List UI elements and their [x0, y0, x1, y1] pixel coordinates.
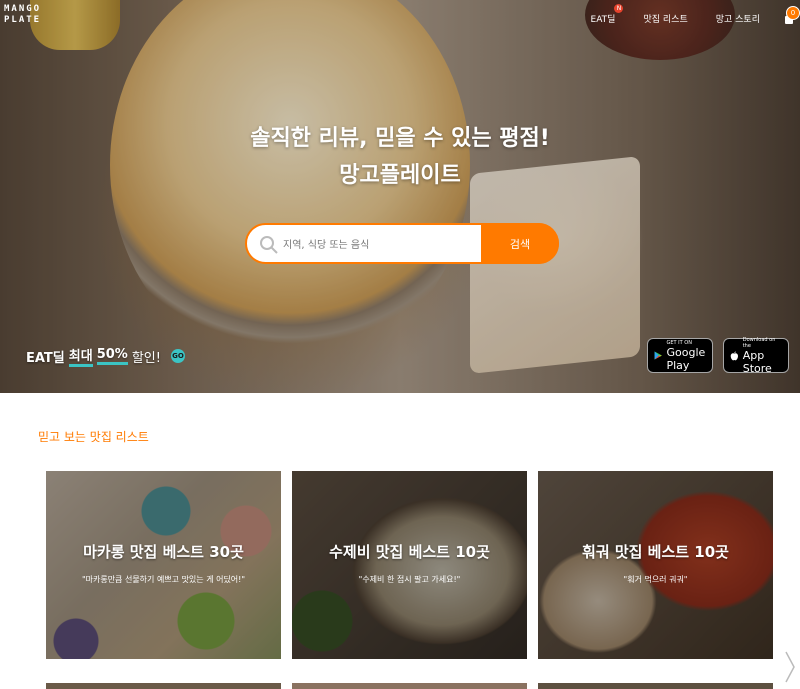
card-subtitle: "훠거 먹으러 궈궈" [623, 575, 688, 584]
list-card-macaron[interactable]: 마카롱 맛집 베스트 30곳 "마카롱만큼 선물하기 예쁘고 맛있는 게 어딨어… [46, 471, 281, 659]
go-button[interactable]: GO [170, 349, 185, 363]
hero-brand-name: 망고플레이트 [339, 163, 461, 188]
new-badge: N [614, 4, 624, 13]
section-title: 믿고 보는 맛집 리스트 [38, 430, 149, 444]
search-input[interactable] [281, 233, 485, 257]
chevron-right-icon[interactable] [784, 650, 796, 684]
next-row-card-peek [46, 683, 281, 689]
nav-eat-deal[interactable]: EAT딜 N [591, 4, 624, 25]
top-navigation: EAT딜 N 맛집 리스트 망고 스토리 [591, 4, 760, 25]
mangoplate-logo[interactable]: MANGO PLATE [4, 4, 41, 26]
list-card-sujebi[interactable]: 수제비 맛집 베스트 10곳 "수제비 한 접시 팔고 가세요!" [292, 471, 527, 659]
card-title: 마카롱 맛집 베스트 30곳 [83, 543, 244, 561]
next-row-card-peek [292, 683, 527, 689]
profile-count-badge: 0 [786, 6, 800, 20]
hero-banner: MANGO PLATE EAT딜 N 맛집 리스트 망고 스토리 0 솔직한 리… [0, 0, 800, 393]
list-card-hotpot[interactable]: 훠궈 맛집 베스트 10곳 "훠거 먹으러 궈궈" [538, 471, 773, 659]
nav-mango-story[interactable]: 망고 스토리 [716, 12, 760, 25]
nav-restaurant-list[interactable]: 맛집 리스트 [643, 12, 687, 25]
card-title: 수제비 맛집 베스트 10곳 [329, 543, 490, 561]
card-title: 훠궈 맛집 베스트 10곳 [582, 543, 729, 561]
google-play-button[interactable]: GET IT ON Google Play [647, 338, 713, 373]
eat-deal-promo[interactable]: EAT딜 최대 50% 할인! GO [26, 345, 185, 367]
hero-headline: 솔직한 리뷰, 믿을 수 있는 평점! [250, 126, 550, 151]
card-subtitle: "마카롱만큼 선물하기 예쁘고 맛있는 게 어딨어!" [81, 575, 246, 584]
search-button[interactable]: 검색 [481, 223, 559, 264]
apple-icon [730, 350, 738, 360]
next-row-card-peek [538, 683, 773, 689]
google-play-icon [654, 351, 662, 360]
search-bar: 검색 [245, 223, 559, 264]
search-icon [260, 236, 278, 254]
app-store-button[interactable]: Download on the App Store [723, 337, 789, 375]
card-subtitle: "수제비 한 접시 팔고 가세요!" [358, 575, 461, 584]
